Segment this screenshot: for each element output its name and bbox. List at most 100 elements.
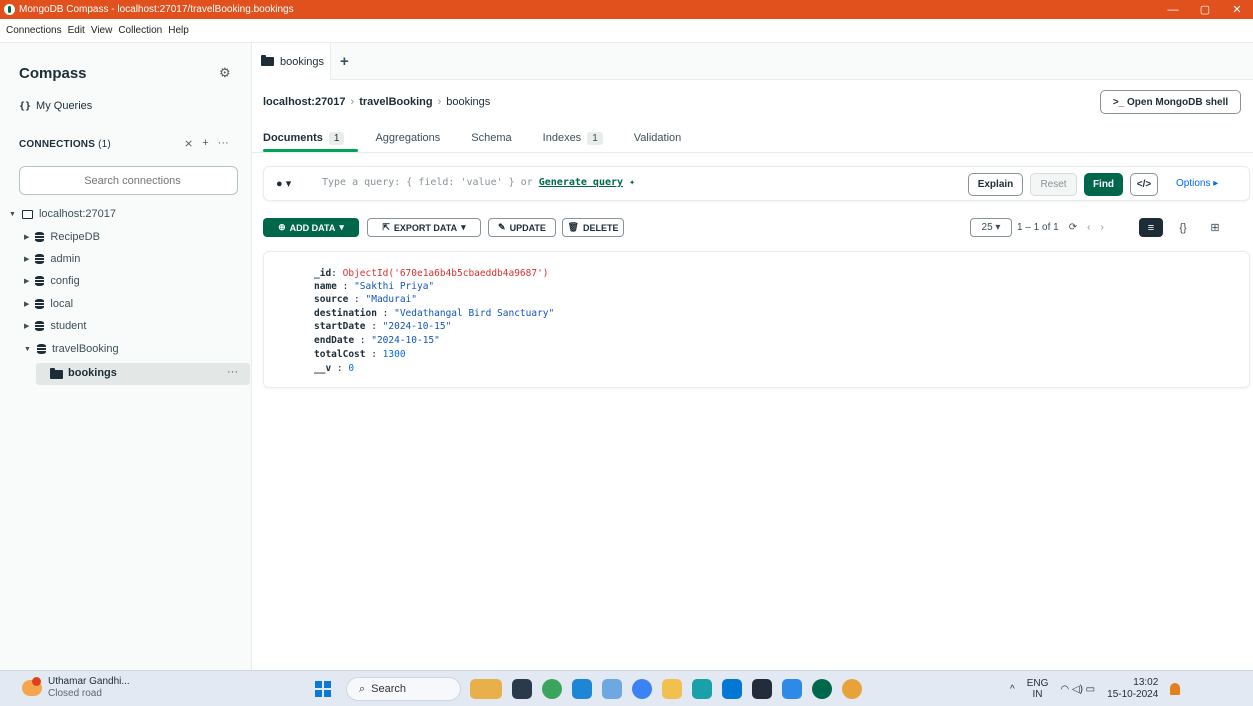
tree-host[interactable]: ▼ localhost:27017 — [9, 204, 116, 224]
list-view-icon[interactable]: ≡ — [1139, 218, 1163, 237]
gear-icon[interactable]: ⚙ — [219, 65, 231, 81]
field-value: "2024-10-15" — [382, 321, 452, 332]
add-data-button[interactable]: ⊕ ADD DATA ▾ — [263, 218, 359, 237]
export-data-button[interactable]: ⇱ EXPORT DATA ▾ — [367, 218, 481, 237]
query-placeholder: Type a query: { field: 'value' } or — [322, 177, 539, 188]
more-options-icon[interactable]: ··· — [227, 366, 238, 378]
refresh-icon[interactable]: ⟳ — [1069, 222, 1077, 233]
delete-button[interactable]: 🗑 DELETE — [562, 218, 624, 237]
store-icon[interactable] — [722, 679, 742, 699]
reset-button[interactable]: Reset — [1030, 173, 1077, 196]
query-input[interactable]: Type a query: { field: 'value' } or Gene… — [322, 177, 635, 188]
next-page-icon[interactable]: › — [1100, 222, 1103, 233]
json-view-icon[interactable]: {} — [1167, 218, 1199, 237]
document-card[interactable]: _id: ObjectId('670e1a6b4b5cbaeddb4a9687'… — [263, 251, 1250, 388]
db-label: config — [50, 275, 80, 287]
new-tab-icon[interactable]: + — [340, 53, 349, 70]
doc-field: __v : 0 — [314, 363, 355, 374]
vscode-icon[interactable] — [782, 679, 802, 699]
close-button[interactable]: ✕ — [1221, 0, 1253, 19]
search-connections-input[interactable] — [19, 166, 238, 195]
chrome-icon[interactable] — [842, 679, 862, 699]
table-view-icon[interactable]: ⊞ — [1199, 218, 1231, 237]
tree-db-recipedb[interactable]: ▶ RecipeDB — [24, 227, 100, 247]
doc-field: _id: ObjectId('670e1a6b4b5cbaeddb4a9687'… — [314, 268, 549, 279]
doc-field: totalCost : 1300 — [314, 349, 406, 360]
minimize-button[interactable]: — — [1157, 0, 1189, 19]
collapse-icon[interactable]: ⨯ — [184, 137, 193, 150]
lang-primary: ENG — [1026, 678, 1049, 689]
query-history-icon[interactable]: ● ▾ — [276, 177, 291, 190]
tab-validation[interactable]: Validation — [634, 127, 682, 149]
prev-page-icon[interactable]: ‹ — [1087, 222, 1090, 233]
tree-db-student[interactable]: ▶ student — [24, 316, 86, 336]
connections-label: CONNECTIONS — [19, 139, 96, 150]
menu-connections[interactable]: Connections — [6, 25, 62, 36]
database-icon — [35, 321, 45, 331]
add-connection-icon[interactable]: + — [202, 137, 208, 150]
mongodb-compass-icon[interactable] — [812, 679, 832, 699]
caret-right-icon: ▶ — [24, 256, 30, 263]
field-key: _id — [314, 268, 332, 279]
code-icon[interactable]: </> — [1130, 173, 1158, 196]
browser-icon[interactable] — [632, 679, 652, 699]
file-explorer-icon[interactable] — [662, 679, 682, 699]
tree-db-travelbooking[interactable]: ▼ travelBooking — [24, 339, 119, 359]
update-button[interactable]: ✎ UPDATE — [488, 218, 556, 237]
sidebar: Compass ⚙ {} My Queries CONNECTIONS (1) … — [0, 43, 252, 670]
taskbar-search[interactable]: ⌕ Search — [346, 677, 461, 701]
options-toggle[interactable]: Options ▸ — [1176, 178, 1218, 189]
page-size-select[interactable]: 25 ▾ — [970, 218, 1012, 237]
tree-db-local[interactable]: ▶ local — [24, 294, 73, 314]
db-label: travelBooking — [51, 343, 119, 355]
tab-bar: bookings + — [252, 43, 1253, 80]
window-controls: — ▢ ✕ — [1157, 0, 1253, 19]
app-icon[interactable] — [602, 679, 622, 699]
maximize-button[interactable]: ▢ — [1189, 0, 1221, 19]
tab-aggregations[interactable]: Aggregations — [375, 127, 440, 149]
language-indicator[interactable]: ENG IN — [1027, 678, 1049, 700]
doc-field: startDate : "2024-10-15" — [314, 321, 452, 332]
sidebar-title: Compass — [19, 65, 87, 82]
menu-help[interactable]: Help — [168, 25, 189, 36]
tree-db-config[interactable]: ▶ config — [24, 271, 80, 291]
windows-start-icon[interactable] — [315, 681, 331, 697]
app-icon[interactable] — [572, 679, 592, 699]
query-bar: ● ▾ Type a query: { field: 'value' } or … — [263, 166, 1250, 201]
tab-bookings[interactable]: bookings — [252, 43, 331, 80]
tab-schema[interactable]: Schema — [471, 127, 511, 149]
clock[interactable]: 13:02 15-10-2024 — [1107, 677, 1158, 701]
chevron-up-icon[interactable]: ^ — [1010, 684, 1015, 695]
db-label: student — [50, 320, 87, 332]
chevron-down-icon: ▾ — [461, 222, 466, 232]
count-badge: 1 — [328, 131, 345, 145]
generate-query-link[interactable]: Generate query — [539, 177, 623, 188]
copilot-icon[interactable] — [542, 679, 562, 699]
title-bar: MongoDB Compass - localhost:27017/travel… — [0, 0, 1253, 19]
open-shell-button[interactable]: >_ Open MongoDB shell — [1100, 90, 1241, 114]
tab-documents[interactable]: Documents 1 — [263, 127, 360, 152]
pagination: 25 ▾ 1 – 1 of 1 ⟳ ‹ › — [970, 218, 1104, 237]
widgets-icon[interactable] — [470, 679, 502, 699]
menu-view[interactable]: View — [91, 25, 113, 36]
notification-icon[interactable] — [1170, 683, 1181, 695]
tab-indexes[interactable]: Indexes 1 — [543, 127, 603, 149]
breadcrumb-host[interactable]: localhost:27017 — [263, 96, 346, 108]
task-view-icon[interactable] — [512, 679, 532, 699]
menu-edit[interactable]: Edit — [68, 25, 85, 36]
my-queries-link[interactable]: {} My Queries — [19, 100, 92, 112]
folder-icon — [50, 368, 63, 379]
tree-db-admin[interactable]: ▶ admin — [24, 249, 80, 269]
weather-widget[interactable]: Uthamar Gandhi... Closed road — [22, 676, 130, 700]
wifi-volume-battery-icon[interactable]: ◠ ◁) ▭ — [1060, 684, 1095, 695]
react-icon[interactable] — [752, 679, 772, 699]
edge-icon[interactable] — [692, 679, 712, 699]
breadcrumb-db[interactable]: travelBooking — [359, 96, 432, 108]
menu-collection[interactable]: Collection — [118, 25, 162, 36]
field-value: ObjectId('670e1a6b4b5cbaeddb4a9687') — [342, 268, 549, 279]
tree-collection-bookings[interactable]: bookings ··· — [36, 363, 250, 385]
explain-button[interactable]: Explain — [968, 173, 1023, 196]
more-options-icon[interactable]: ··· — [218, 137, 229, 150]
find-button[interactable]: Find — [1084, 173, 1123, 196]
field-value: 1300 — [382, 349, 406, 360]
